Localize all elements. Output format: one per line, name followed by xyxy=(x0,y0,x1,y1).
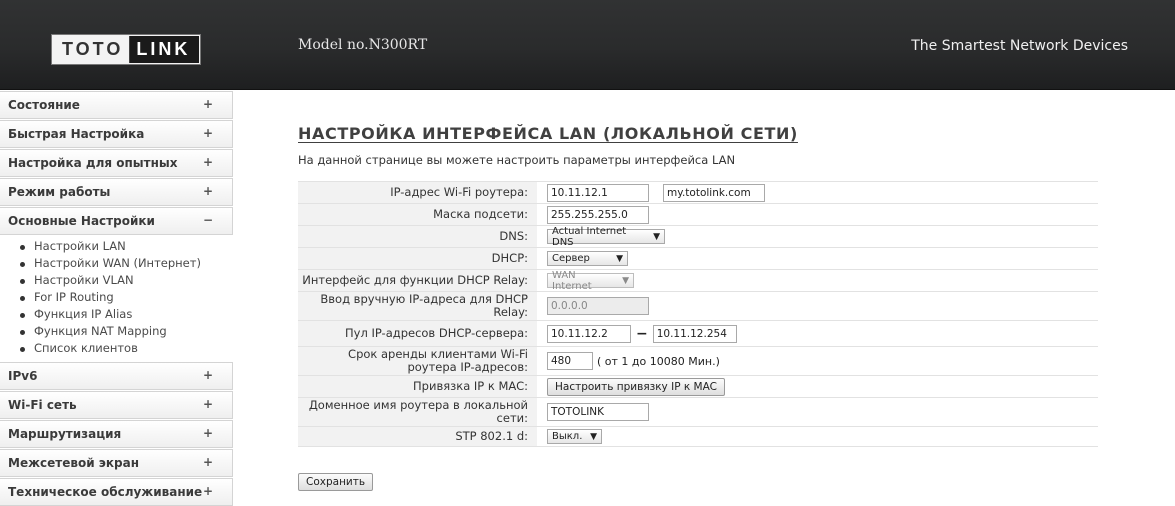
dropdown-arrow-icon: ▼ xyxy=(653,231,660,242)
menu-wifi[interactable]: Wi-Fi сеть + xyxy=(0,391,233,419)
form-row-dns: DNS: Actual Internet DNS ▼ xyxy=(298,226,1098,248)
dhcp-relay-interface-label: Интерфейс для функции DHCP Relay: xyxy=(298,270,537,291)
form-row-stp: STP 802.1 d: Выкл. ▼ xyxy=(298,427,1098,447)
menu-label: Режим работы xyxy=(8,185,111,199)
dhcp-pool-label: Пул IP-адресов DHCP-сервера: xyxy=(298,321,537,346)
form-row-pool: Пул IP-адресов DHCP-сервера: 10.11.12.2 … xyxy=(298,321,1098,347)
menu-label: Техническое обслуживание xyxy=(8,485,203,499)
form-row-ip: IP-адрес Wi-Fi роутера: 10.11.12.1 my.to… xyxy=(298,182,1098,204)
menu-basic-settings[interactable]: Основные Настройки − xyxy=(0,207,233,235)
sidebar: Состояние + Быстрая Настройка + Настройк… xyxy=(0,91,233,506)
relay-interface-value: WAN Internet xyxy=(552,269,592,292)
lease-time-hint: ( от 1 до 10080 Мин.) xyxy=(597,354,720,368)
form-row-lease: Срок аренды клиентами Wi-Fi роутера IP-а… xyxy=(298,347,1098,376)
pool-end-input[interactable]: 10.11.12.254 xyxy=(652,324,737,343)
ip-address-input[interactable]: 10.11.12.1 xyxy=(547,183,649,202)
dhcp-relay-ip-label: Ввод вручную IP-адреса для DHCP Relay: xyxy=(298,292,537,320)
stp-label: STP 802.1 d: xyxy=(298,427,537,446)
expand-plus-icon: + xyxy=(203,97,214,111)
router-hostname-input[interactable]: TOTOLINK xyxy=(547,403,649,421)
dns-select-value: Actual Internet DNS xyxy=(552,225,627,248)
dropdown-arrow-icon: ▼ xyxy=(622,275,629,286)
stp-select-value: Выкл. xyxy=(552,431,583,442)
dropdown-arrow-icon: ▼ xyxy=(616,253,623,264)
submenu-ip-alias[interactable]: Функция IP Alias xyxy=(0,306,233,323)
dns-label: DNS: xyxy=(298,226,537,247)
dhcp-relay-interface-select[interactable]: WAN Internet ▼ xyxy=(547,270,634,292)
lan-settings-form: IP-адрес Wi-Fi роутера: 10.11.12.1 my.to… xyxy=(298,181,1098,447)
range-dash: − xyxy=(636,325,648,342)
form-row-mask: Маска подсети: 255.255.255.0 xyxy=(298,204,1098,226)
pool-start-input[interactable]: 10.11.12.2 xyxy=(547,324,631,343)
form-row-hostname: Доменное имя роутера в локальной сети: T… xyxy=(298,398,1098,427)
dhcp-select-value: Сервер xyxy=(552,253,590,264)
menu-label: Настройка для опытных xyxy=(8,156,178,170)
header-bar: TOTO LINK Model no.N300RT The Smartest N… xyxy=(0,0,1175,90)
menu-label: Маршрутизация xyxy=(8,427,122,441)
menu-label: Быстрая Настройка xyxy=(8,127,145,141)
logo-text-right: LINK xyxy=(129,36,200,63)
expand-plus-icon: + xyxy=(203,484,214,498)
dhcp-label: DHCP: xyxy=(298,248,537,269)
tagline: The Smartest Network Devices xyxy=(911,38,1128,54)
form-row-relay-ip: Ввод вручную IP-адреса для DHCP Relay: 0… xyxy=(298,292,1098,321)
save-button[interactable]: Сохранить xyxy=(298,473,374,491)
submenu-vlan-settings[interactable]: Настройки VLAN xyxy=(0,272,233,289)
configure-ip-mac-binding-button[interactable]: Настроить привязку IP к MAC xyxy=(547,377,725,396)
domain-name-input[interactable]: my.totolink.com xyxy=(663,183,765,202)
submenu-wan-settings[interactable]: Настройки WAN (Интернет) xyxy=(0,255,233,272)
expand-plus-icon: + xyxy=(203,155,214,169)
lease-time-label: Срок аренды клиентами Wi-Fi роутера IP-а… xyxy=(298,347,537,375)
menu-quick-setup[interactable]: Быстрая Настройка + xyxy=(0,120,233,148)
menu-ipv6[interactable]: IPv6 + xyxy=(0,362,233,390)
lease-time-input[interactable]: 480 xyxy=(547,352,593,370)
expand-plus-icon: + xyxy=(203,455,214,469)
menu-routing[interactable]: Маршрутизация + xyxy=(0,420,233,448)
ip-address-label: IP-адрес Wi-Fi роутера: xyxy=(298,182,537,203)
router-hostname-label: Доменное имя роутера в локальной сети: xyxy=(298,398,537,426)
submenu-nat-mapping[interactable]: Функция NAT Mapping xyxy=(0,323,233,340)
dhcp-select[interactable]: Сервер ▼ xyxy=(547,251,628,266)
subnet-mask-input[interactable]: 255.255.255.0 xyxy=(547,205,649,224)
page-description: На данной странице вы можете настроить п… xyxy=(298,153,736,167)
ip-mac-binding-label: Привязка IP к MAC: xyxy=(298,376,537,397)
dhcp-relay-ip-input[interactable]: 0.0.0.0 xyxy=(547,297,649,315)
form-row-dhcp: DHCP: Сервер ▼ xyxy=(298,248,1098,270)
page-title: НАСТРОЙКА ИНТЕРФЕЙСА LAN (ЛОКАЛЬНОЙ СЕТИ… xyxy=(298,124,798,143)
expand-plus-icon: + xyxy=(203,397,214,411)
menu-label: Wi-Fi сеть xyxy=(8,398,77,412)
menu-label: IPv6 xyxy=(8,369,38,383)
menu-advanced-setup[interactable]: Настройка для опытных + xyxy=(0,149,233,177)
menu-label: Основные Настройки xyxy=(8,214,155,228)
model-number: Model no.N300RT xyxy=(298,37,428,53)
menu-firewall[interactable]: Межсетевой экран + xyxy=(0,449,233,477)
subnet-mask-label: Маска подсети: xyxy=(298,204,537,225)
menu-operation-mode[interactable]: Режим работы + xyxy=(0,178,233,206)
submenu-lan-settings[interactable]: Настройки LAN xyxy=(0,238,233,255)
basic-settings-submenu: Настройки LAN Настройки WAN (Интернет) Н… xyxy=(0,236,233,362)
expand-plus-icon: + xyxy=(203,184,214,198)
expand-plus-icon: + xyxy=(203,126,214,140)
menu-label: Межсетевой экран xyxy=(8,456,140,470)
dns-select[interactable]: Actual Internet DNS ▼ xyxy=(547,226,665,248)
submenu-client-list[interactable]: Список клиентов xyxy=(0,340,233,357)
form-row-ip-mac: Привязка IP к MAC: Настроить привязку IP… xyxy=(298,376,1098,398)
logo-text-left: TOTO xyxy=(53,36,130,63)
expand-plus-icon: + xyxy=(203,426,214,440)
collapse-minus-icon: − xyxy=(203,213,214,227)
menu-status[interactable]: Состояние + xyxy=(0,91,233,119)
totolink-logo: TOTO LINK xyxy=(52,35,201,64)
menu-label: Состояние xyxy=(8,98,80,112)
form-row-relay-interface: Интерфейс для функции DHCP Relay: WAN In… xyxy=(298,270,1098,292)
submenu-ip-routing[interactable]: For IP Routing xyxy=(0,289,233,306)
expand-plus-icon: + xyxy=(203,368,214,382)
stp-select[interactable]: Выкл. ▼ xyxy=(547,429,602,444)
dropdown-arrow-icon: ▼ xyxy=(590,431,597,442)
